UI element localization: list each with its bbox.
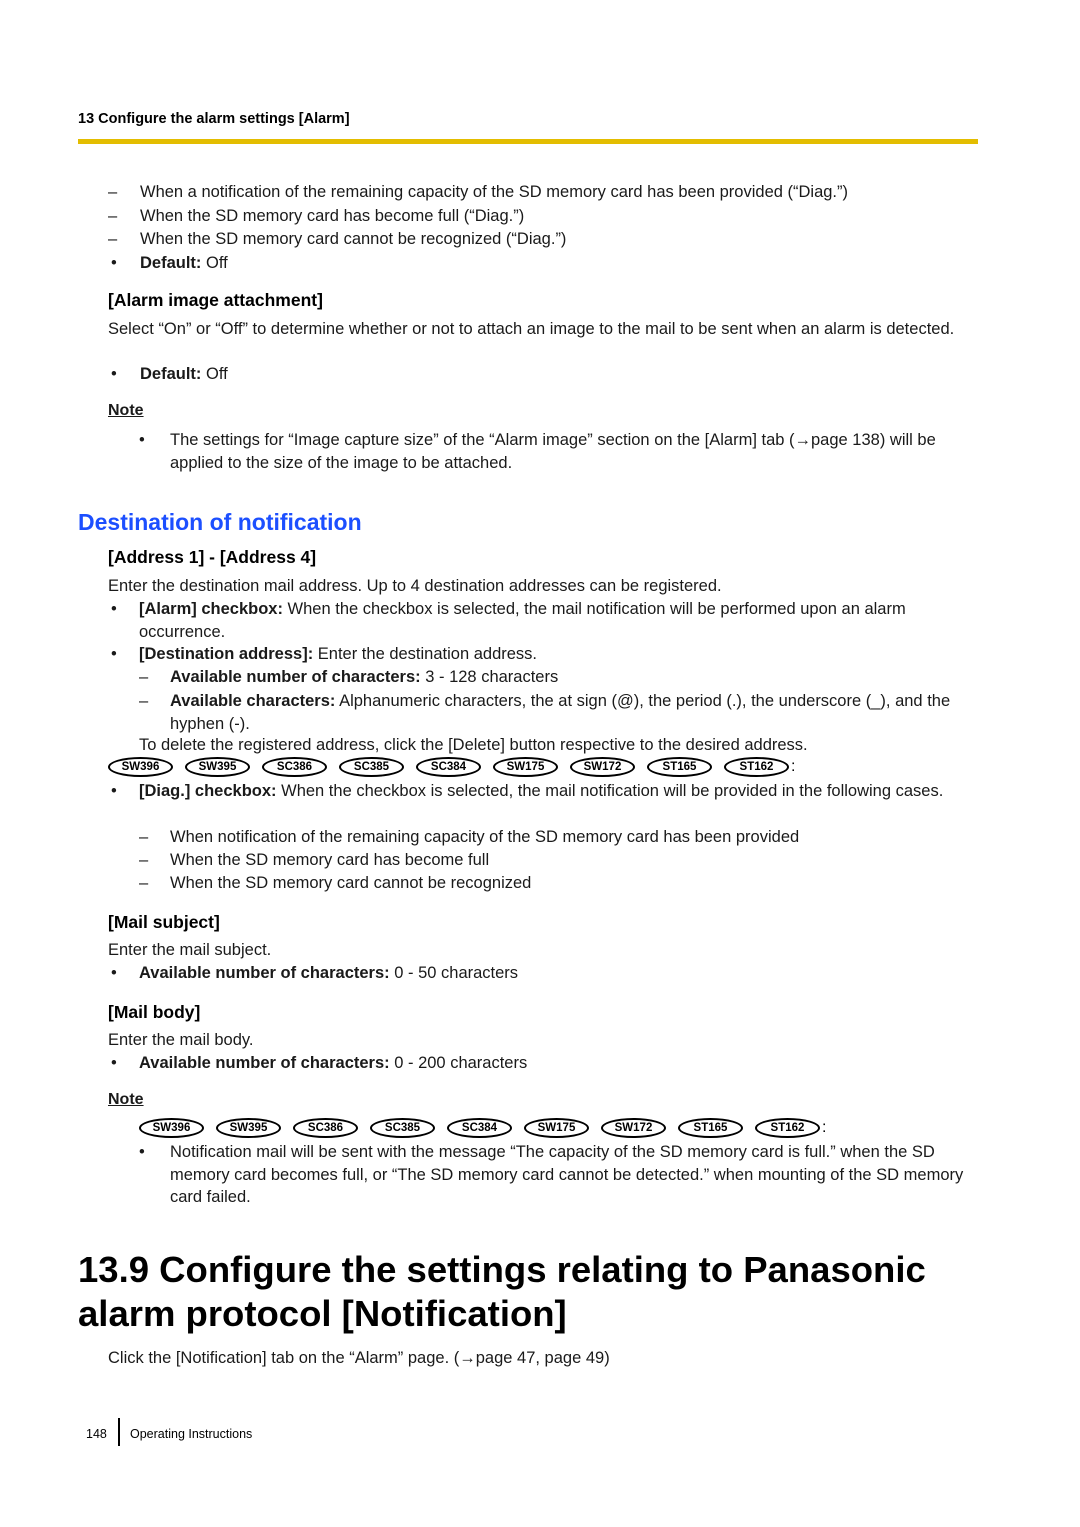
model-badges: SW396 SW395 SC386 SC385 SC384 SW175 SW17… xyxy=(108,757,795,777)
section-heading: 13.9 Configure the settings relating to … xyxy=(78,1249,926,1334)
model-badge: ST165 xyxy=(647,757,712,777)
model-badge: SC386 xyxy=(293,1118,358,1138)
bullet-marker: • xyxy=(111,782,117,800)
bullet-marker: • xyxy=(111,1054,117,1072)
section-intro: Click the [Notification] tab on the “Ala… xyxy=(108,1349,610,1367)
model-badge: SC385 xyxy=(370,1118,435,1138)
model-badge: SW175 xyxy=(524,1118,589,1138)
dash-marker: – xyxy=(108,230,118,248)
bullet-marker: • xyxy=(111,645,117,663)
page-number: 148 xyxy=(86,1427,107,1441)
model-badge: ST165 xyxy=(678,1118,743,1138)
bullet-marker: • xyxy=(111,365,117,383)
model-badge: SC386 xyxy=(262,757,327,777)
delete-instruction: To delete the registered address, click … xyxy=(139,736,808,754)
dash-marker: – xyxy=(139,874,149,892)
bullet-marker: • xyxy=(139,431,145,449)
dash-marker: – xyxy=(139,692,149,710)
bullet-marker: • xyxy=(111,254,117,272)
mail-body-description: Enter the mail body. xyxy=(108,1031,254,1049)
bullet-marker: • xyxy=(139,1143,145,1161)
destination-heading: Destination of notification xyxy=(78,509,362,535)
mail-subject-description: Enter the mail subject. xyxy=(108,941,272,959)
mail-subject-heading: [Mail subject] xyxy=(108,912,220,932)
model-badge: SW395 xyxy=(185,757,250,777)
model-badges: SW396 SW395 SC386 SC385 SC384 SW175 SW17… xyxy=(139,1118,826,1138)
model-badge: ST162 xyxy=(724,757,789,777)
note-label: Note xyxy=(108,402,144,419)
address-description: Enter the destination mail address. Up t… xyxy=(108,577,722,595)
model-badge: SW396 xyxy=(108,757,173,777)
model-badge: SC384 xyxy=(447,1118,512,1138)
address-heading: [Address 1] - [Address 4] xyxy=(108,547,317,567)
model-badge: ST162 xyxy=(755,1118,820,1138)
dash-marker: – xyxy=(139,668,149,686)
bullet-marker: • xyxy=(111,964,117,982)
mail-body-heading: [Mail body] xyxy=(108,1002,201,1022)
dash-marker: – xyxy=(108,183,118,201)
model-badge: SW396 xyxy=(139,1118,204,1138)
note-label: Note xyxy=(108,1091,144,1108)
footer-label: Operating Instructions xyxy=(130,1427,253,1441)
alarm-image-heading: [Alarm image attachment] xyxy=(108,290,323,310)
model-badge: SW395 xyxy=(216,1118,281,1138)
model-badge: SW172 xyxy=(601,1118,666,1138)
bullet-marker: • xyxy=(111,600,117,618)
model-badge: SC384 xyxy=(416,757,481,777)
model-badge: SW172 xyxy=(570,757,635,777)
document-page: 13 Configure the alarm settings [Alarm] … xyxy=(0,0,1080,1527)
header-rule xyxy=(78,139,978,144)
model-badge: SC385 xyxy=(339,757,404,777)
dash-marker: – xyxy=(108,207,118,225)
dash-marker: – xyxy=(139,828,149,846)
alarm-image-description: Select “On” or “Off” to determine whethe… xyxy=(108,320,955,338)
footer-divider xyxy=(118,1418,120,1446)
running-head: 13 Configure the alarm settings [Alarm] xyxy=(78,111,350,127)
dash-marker: – xyxy=(139,851,149,869)
model-badge: SW175 xyxy=(493,757,558,777)
